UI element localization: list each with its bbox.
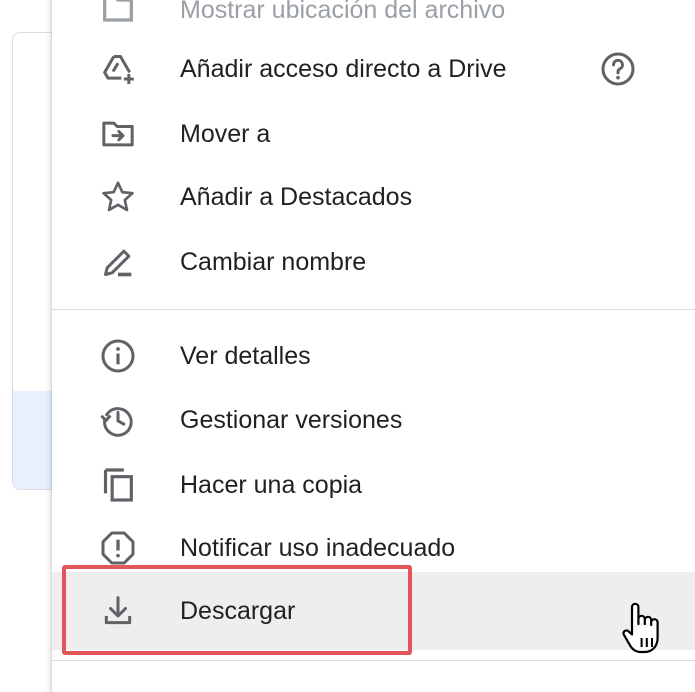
star-outline-icon [98,177,138,217]
menu-item-label: Añadir acceso directo a Drive [180,55,507,83]
folder-location-icon [98,0,138,30]
menu-item-show-file-location[interactable]: Mostrar ubicación del archivo [52,0,695,42]
menu-divider [52,660,695,661]
report-abuse-icon [98,528,138,568]
info-circle-icon [98,336,138,376]
add-shortcut-icon [98,49,138,89]
menu-item-label: Hacer una copia [180,471,363,499]
pencil-rename-icon [98,242,138,282]
menu-item-rename[interactable]: Cambiar nombre [52,230,695,294]
menu-item-make-copy[interactable]: Hacer una copia [52,453,695,517]
menu-item-label: Ver detalles [180,342,311,370]
menu-item-add-shortcut[interactable]: Añadir acceso directo a Drive [52,37,695,101]
annotation-highlight-box [62,565,412,655]
menu-item-move-to[interactable]: Mover a [52,102,695,166]
menu-item-label: Gestionar versiones [180,406,403,434]
menu-item-label: Cambiar nombre [180,248,367,276]
menu-item-label: Añadir a Destacados [180,183,413,211]
menu-item-label: Mostrar ubicación del archivo [180,0,506,24]
menu-item-view-details[interactable]: Ver detalles [52,324,695,388]
copy-icon [98,465,138,505]
help-circle-icon[interactable] [598,49,638,89]
menu-item-manage-versions[interactable]: Gestionar versiones [52,388,695,452]
menu-item-add-to-starred[interactable]: Añadir a Destacados [52,165,695,229]
menu-divider [52,309,695,310]
hand-pointer-icon [618,600,666,660]
menu-item-label: Notificar uso inadecuado [180,534,456,562]
menu-item-label: Mover a [180,120,271,148]
move-to-folder-icon [98,114,138,154]
history-icon [98,400,138,440]
